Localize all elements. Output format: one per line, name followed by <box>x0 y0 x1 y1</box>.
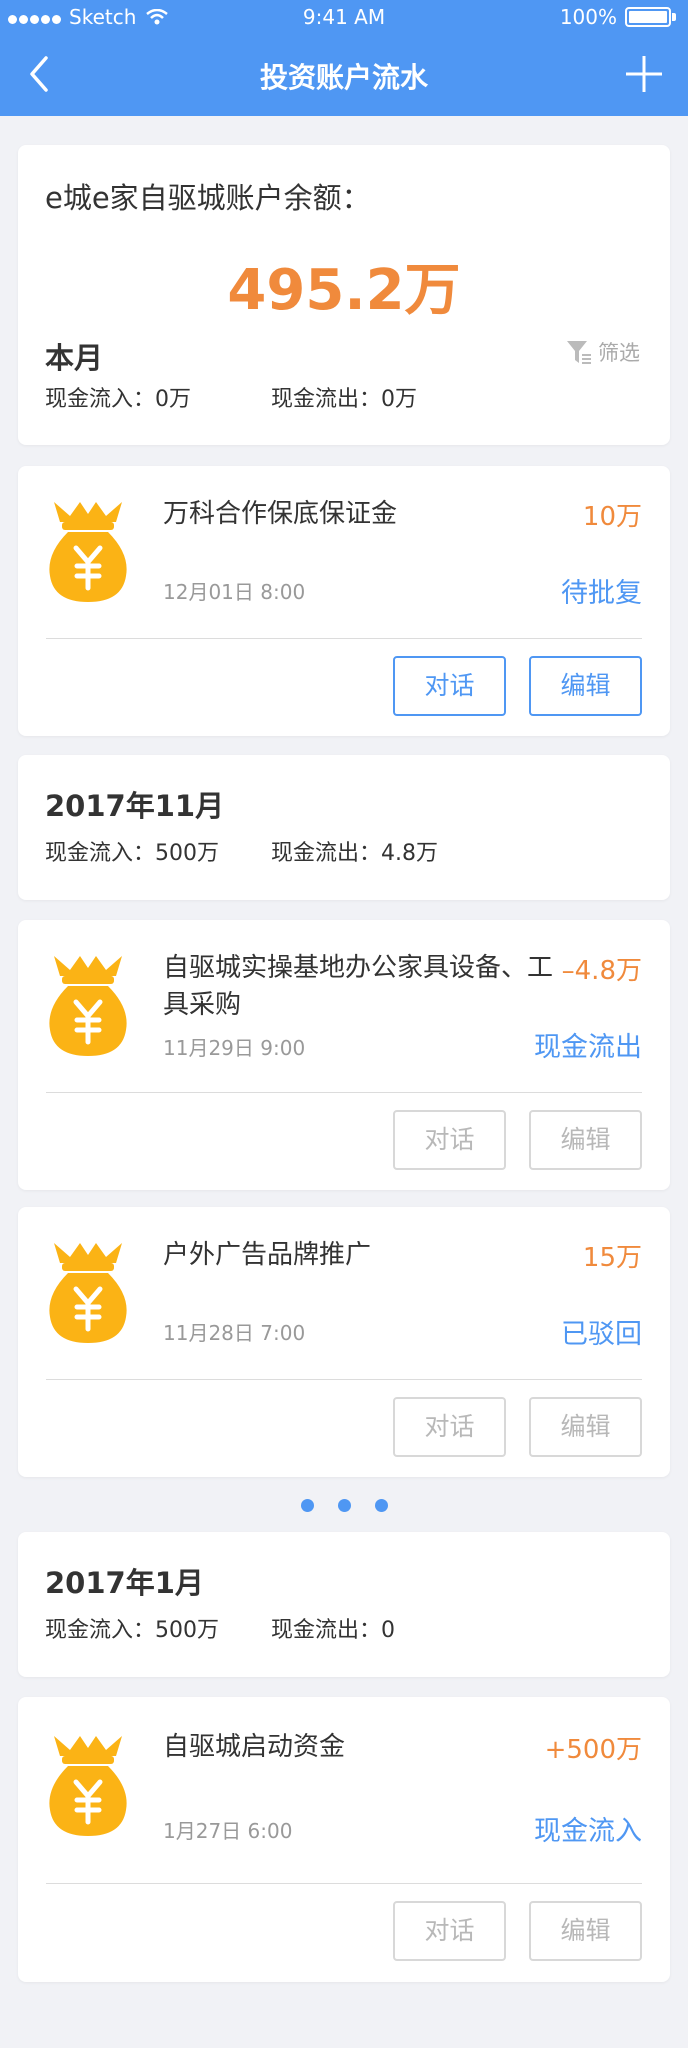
transaction-time: 12月01日 8:00 <box>163 580 306 604</box>
month-flows: 现金流入：500万 现金流出：4.8万 <box>45 835 438 867</box>
plus-icon[interactable] <box>624 54 664 94</box>
edit-button[interactable]: 编辑 <box>529 1397 642 1457</box>
battery-percent: 100% <box>559 5 617 29</box>
balance-label: e城e家自驱城账户余额： <box>45 181 371 215</box>
cash-inflow: 现金流入：500万 <box>45 1618 219 1643</box>
filter-button[interactable]: 筛选 <box>566 337 640 367</box>
transaction-title: 自驱城实操基地办公家具设备、工具采购 <box>163 953 554 1020</box>
transaction-status: 现金流入 <box>534 1816 642 1847</box>
filter-label: 筛选 <box>598 341 640 365</box>
money-bag-icon <box>49 502 127 602</box>
transaction-card[interactable]: 户外广告品牌推广 15万 11月28日 7:00 已驳回 对话 编辑 <box>18 1207 670 1477</box>
page-title: 投资账户流水 <box>259 61 428 94</box>
month-summary-card: 2017年11月 现金流入：500万 现金流出：4.8万 <box>18 755 670 900</box>
month-title: 2017年1月 <box>45 1566 204 1600</box>
transaction-card[interactable]: 万科合作保底保证金 10万 12月01日 8:00 待批复 对话 编辑 <box>18 466 670 736</box>
transaction-status: 现金流出 <box>534 1032 642 1063</box>
cash-inflow: 现金流入：0万 <box>45 387 191 412</box>
transaction-title: 万科合作保底保证金 <box>163 499 398 529</box>
page-indicator[interactable] <box>0 1497 688 1516</box>
filter-icon <box>567 341 591 364</box>
balance-amount: 495.2万 <box>227 258 461 323</box>
transaction-time: 1月27日 6:00 <box>163 1819 293 1843</box>
divider <box>46 1379 642 1380</box>
transaction-amount: 10万 <box>582 502 642 532</box>
app-header: Sketch 9:41 AM 100% 投资账户流水 <box>0 0 688 116</box>
transaction-card[interactable]: 自驱城启动资金 +500万 1月27日 6:00 现金流入 对话 编辑 <box>18 1697 670 1982</box>
battery-tip <box>672 13 676 21</box>
transaction-time: 11月28日 7:00 <box>163 1321 306 1345</box>
divider <box>46 1092 642 1093</box>
edit-button[interactable]: 编辑 <box>529 1110 642 1170</box>
battery-group: 100% <box>560 5 676 29</box>
talk-button[interactable]: 对话 <box>393 1110 506 1170</box>
transaction-title: 户外广告品牌推广 <box>163 1240 372 1270</box>
money-bag-icon <box>49 956 127 1056</box>
divider <box>46 1883 642 1884</box>
transaction-time: 11月29日 9:00 <box>163 1036 306 1060</box>
month-flows: 现金流入：0万 现金流出：0万 <box>45 381 417 413</box>
cash-outflow: 现金流出：0 <box>271 1618 395 1643</box>
month-title: 2017年11月 <box>45 789 225 823</box>
talk-button[interactable]: 对话 <box>393 1397 506 1457</box>
money-bag-icon <box>49 1243 127 1343</box>
month-summary-card: 2017年1月 现金流入：500万 现金流出：0 <box>18 1532 670 1677</box>
period-label: 本月 <box>45 341 104 375</box>
battery-icon <box>625 7 671 27</box>
talk-button[interactable]: 对话 <box>393 656 506 716</box>
divider <box>46 638 642 639</box>
transaction-amount: 15万 <box>582 1243 642 1273</box>
money-bag-icon <box>49 1736 127 1836</box>
month-flows: 现金流入：500万 现金流出：0 <box>45 1612 395 1644</box>
transaction-status: 已驳回 <box>561 1319 642 1350</box>
edit-button[interactable]: 编辑 <box>529 1901 642 1961</box>
page-dot[interactable] <box>300 1499 314 1512</box>
status-bar: Sketch 9:41 AM 100% <box>0 0 688 36</box>
transaction-amount: –4.8万 <box>561 956 642 986</box>
transaction-amount: +500万 <box>544 1735 642 1765</box>
transaction-status: 待批复 <box>561 578 642 609</box>
page-dot[interactable] <box>337 1499 351 1512</box>
page-dot[interactable] <box>374 1499 388 1512</box>
transaction-title: 自驱城启动资金 <box>163 1732 346 1762</box>
cash-outflow: 现金流出：0万 <box>271 387 417 412</box>
edit-button[interactable]: 编辑 <box>529 656 642 716</box>
balance-summary-card: e城e家自驱城账户余额： 495.2万 本月 筛选 现金流入：0万 现金流出：0… <box>18 145 670 445</box>
transaction-card[interactable]: 自驱城实操基地办公家具设备、工具采购 –4.8万 11月29日 9:00 现金流… <box>18 920 670 1190</box>
talk-button[interactable]: 对话 <box>393 1901 506 1961</box>
cash-inflow: 现金流入：500万 <box>45 841 219 866</box>
cash-outflow: 现金流出：4.8万 <box>271 841 438 866</box>
